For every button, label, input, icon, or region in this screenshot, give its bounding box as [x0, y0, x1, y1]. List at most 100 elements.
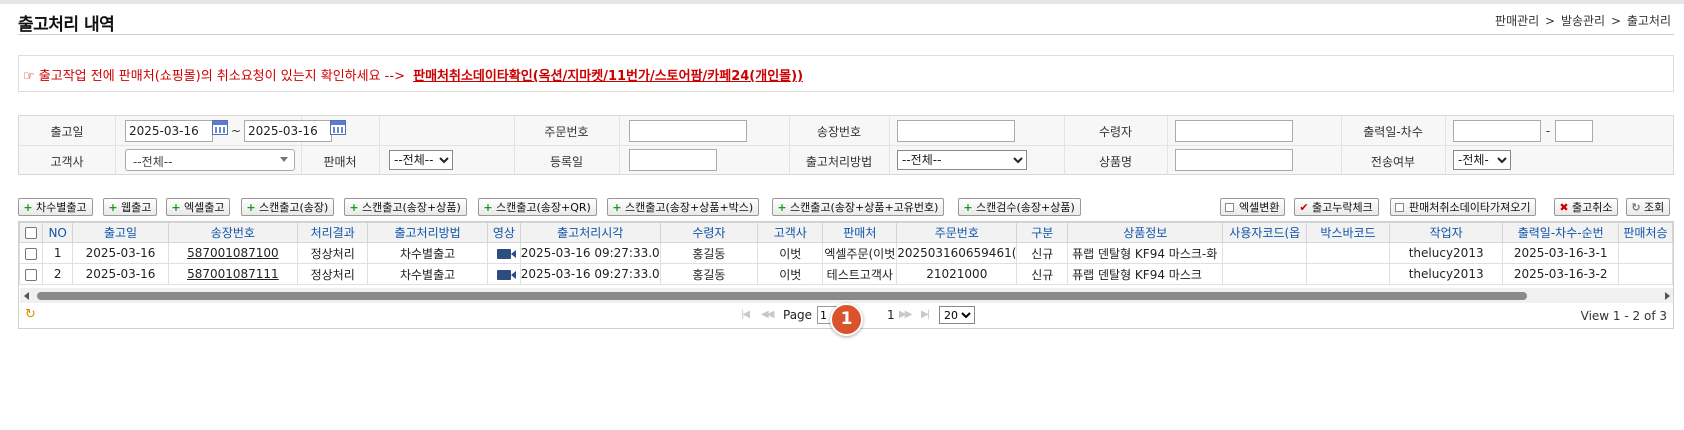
recipient-input[interactable] [1175, 120, 1293, 142]
header-seller-approve[interactable]: 판매처승 [1617, 222, 1673, 243]
scroll-right-icon[interactable] [1665, 292, 1670, 300]
filter-divider [1445, 116, 1446, 174]
header-process-time[interactable]: 출고처리시각 [519, 222, 661, 243]
checkbox-icon [1225, 203, 1234, 212]
calendar-icon[interactable] [212, 120, 228, 135]
scan-ship-invoice-product-box-button[interactable]: + 스캔출고(송장+상품+박스) [607, 198, 760, 216]
scrollbar-thumb[interactable] [37, 292, 1527, 300]
first-page-icon[interactable]: |◀ [741, 309, 750, 320]
table-row[interactable]: 2 2025-03-16 587001087111 정상처리 차수별출고 202… [19, 263, 1673, 285]
cell-method: 차수별출고 [367, 242, 488, 264]
cancel-notice: ☞ 출고작업 전에 판매처(쇼핑몰)의 취소요청이 있는지 확인하세요 --> … [18, 55, 1674, 92]
seller-cancel-link[interactable]: 판매처취소데이타확인(옥션/지마켓/11번가/스토어팜/카페24(개인몰)) [413, 69, 803, 84]
video-camera-icon[interactable] [496, 248, 516, 259]
missing-ship-check-button[interactable]: ✔ 출고누락체크 [1294, 198, 1379, 216]
header-product[interactable]: 상품정보 [1067, 222, 1224, 243]
video-camera-icon[interactable] [496, 269, 516, 280]
filter-divider [889, 116, 890, 174]
batch-ship-button[interactable]: + 차수별출고 [18, 198, 93, 216]
button-label: 조회 [1644, 201, 1665, 214]
button-label: 판매처취소데이타가져오기 [1409, 201, 1531, 214]
cell-product: 퓨랩 덴탈형 KF94 마스크 [1067, 263, 1224, 285]
transfer-select[interactable]: -전체- [1453, 150, 1511, 170]
header-box-barcode[interactable]: 박스바코드 [1306, 222, 1390, 243]
next-page-icon[interactable]: ▶▶ [899, 309, 912, 320]
cell-type: 신규 [1016, 263, 1069, 285]
fetch-seller-cancel-button[interactable]: 판매처취소데이타가져오기 [1390, 198, 1537, 216]
ship-cancel-button[interactable]: ✖ 출고취소 [1554, 198, 1619, 216]
select-all-checkbox[interactable] [24, 227, 37, 239]
header-worker[interactable]: 작업자 [1388, 222, 1504, 243]
row-select-cell[interactable] [19, 263, 43, 285]
scan-ship-invoice-product-serial-button[interactable]: + 스캔출고(송장+상품+고유번호) [772, 198, 945, 216]
header-seller[interactable]: 판매처 [822, 222, 898, 243]
header-select-all[interactable] [19, 222, 43, 243]
header-result[interactable]: 처리결과 [297, 222, 369, 243]
header-video[interactable]: 영상 [486, 222, 521, 243]
cell-tracking: 587001087100 [167, 242, 299, 264]
shipment-table: NO 출고일 송장번호 처리결과 출고처리방법 영상 출고처리시각 수령자 고객… [19, 222, 1673, 285]
excel-convert-button[interactable]: 엑셀변환 [1220, 198, 1286, 216]
horizontal-scrollbar[interactable] [20, 288, 1673, 304]
row-checkbox[interactable] [24, 268, 37, 281]
product-input[interactable] [1175, 149, 1293, 171]
print-seq-input[interactable] [1555, 120, 1593, 142]
button-label: 스캔출고(송장+QR) [496, 201, 591, 214]
reload-icon[interactable]: ↻ [25, 307, 36, 322]
tracking-link[interactable]: 587001087111 [187, 267, 279, 281]
scan-ship-invoice-qr-button[interactable]: + 스캔출고(송장+QR) [478, 198, 597, 216]
ship-date-to-input[interactable] [244, 120, 332, 142]
calendar-icon[interactable] [330, 120, 346, 135]
ship-date-from-input[interactable] [125, 120, 213, 142]
web-ship-button[interactable]: + 웹출고 [103, 198, 158, 216]
header-user-code[interactable]: 사용자코드(옵 [1222, 222, 1308, 243]
cell-worker: thelucy2013 [1388, 242, 1504, 264]
row-select-cell[interactable] [19, 242, 43, 264]
breadcrumb-item-sales[interactable]: 판매관리 [1495, 14, 1539, 28]
cell-seller-approve [1617, 263, 1673, 285]
order-no-input[interactable] [629, 120, 747, 142]
scan-inspect-button[interactable]: + 스캔검수(송장+상품) [958, 198, 1081, 216]
checkbox-icon [1395, 203, 1404, 212]
cell-seller-approve [1617, 242, 1673, 264]
view-records-info: View 1 - 2 of 3 [1580, 309, 1667, 323]
seller-select[interactable]: --전체-- [389, 150, 453, 170]
header-tracking-no[interactable]: 송장번호 [167, 222, 299, 243]
header-method[interactable]: 출고처리방법 [367, 222, 488, 243]
cell-no: 1 [41, 242, 74, 264]
button-label: 출고누락체크 [1312, 201, 1373, 214]
last-page-icon[interactable]: ▶| [921, 309, 930, 320]
header-no[interactable]: NO [41, 222, 74, 243]
table-row[interactable]: 1 2025-03-16 587001087100 정상처리 차수별출고 202… [19, 242, 1673, 264]
header-ship-date[interactable]: 출고일 [72, 222, 169, 243]
step-marker-badge: 1 [830, 303, 863, 336]
header-recipient[interactable]: 수령자 [659, 222, 759, 243]
breadcrumb-item-shipping[interactable]: 발송관리 [1561, 14, 1605, 28]
scroll-left-icon[interactable] [24, 292, 29, 300]
filter-row-divider [19, 145, 1673, 146]
reg-date-input[interactable] [629, 149, 717, 171]
row-checkbox[interactable] [24, 247, 37, 260]
print-date-input[interactable] [1453, 120, 1541, 142]
total-pages: 1 [887, 308, 895, 322]
x-icon: ✖ [1559, 201, 1569, 214]
cell-worker: thelucy2013 [1388, 263, 1504, 285]
scan-ship-invoice-product-button[interactable]: + 스캔출고(송장+상품) [344, 198, 467, 216]
header-customer[interactable]: 고객사 [757, 222, 824, 243]
cell-seller: 테스트고객사 [822, 263, 898, 285]
header-print-seq[interactable]: 출력일-차수-순번 [1502, 222, 1619, 243]
search-button[interactable]: ↻ 조회 [1626, 198, 1671, 216]
order-no-label: 주문번호 [544, 125, 589, 139]
method-select[interactable]: --전체-- [897, 150, 1027, 170]
header-type[interactable]: 구분 [1016, 222, 1069, 243]
header-order-no[interactable]: 주문번호 [896, 222, 1018, 243]
tracking-no-input[interactable] [897, 120, 1015, 142]
plus-icon: + [349, 201, 359, 214]
customer-select[interactable]: --전체-- [125, 149, 295, 171]
page-size-select[interactable]: 20 [939, 306, 975, 324]
prev-page-icon[interactable]: ◀◀ [761, 309, 774, 320]
excel-ship-button[interactable]: + 엑셀출고 [166, 198, 231, 216]
scan-ship-invoice-button[interactable]: + 스캔출고(송장) [241, 198, 335, 216]
tracking-link[interactable]: 587001087100 [187, 246, 279, 260]
refresh-icon: ↻ [1631, 201, 1641, 214]
